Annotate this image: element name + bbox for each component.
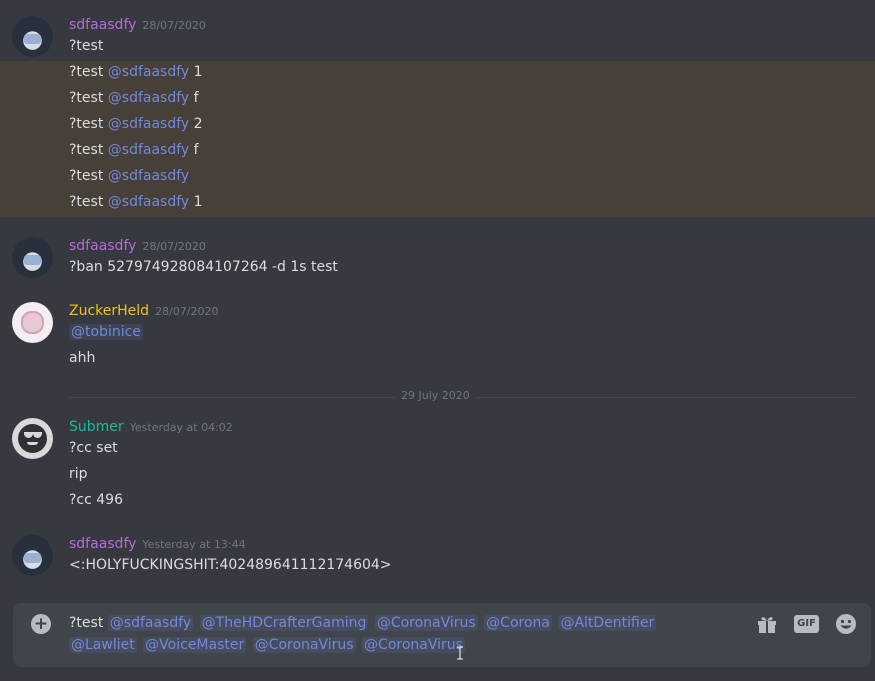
message-line: ?test @sdfaasdfy f <box>69 90 199 106</box>
message-line: ?test <box>69 38 104 54</box>
composer-mention[interactable]: @TheHDCrafterGaming <box>199 615 369 631</box>
username[interactable]: sdfaasdfy <box>69 536 136 552</box>
timestamp: 28/07/2020 <box>142 240 206 253</box>
composer-mention[interactable]: @Lawliet <box>69 637 137 653</box>
message-line: ?test @sdfaasdfy 1 <box>69 194 203 210</box>
composer-mention[interactable]: @VoiceMaster <box>143 637 247 653</box>
composer-mention[interactable]: @CoronaVirus <box>252 637 356 653</box>
message-line: ?test @sdfaasdfy 1 <box>69 64 203 80</box>
message-header: ZuckerHeld 28/07/2020 <box>69 303 218 319</box>
avatar[interactable] <box>12 418 53 459</box>
user-mention[interactable]: @sdfaasdfy <box>108 90 189 106</box>
message-line: ?cc 496 <box>69 492 123 508</box>
user-mention[interactable]: @sdfaasdfy <box>108 194 189 210</box>
text-cursor-icon <box>457 646 463 660</box>
avatar[interactable] <box>12 16 53 57</box>
message-line: <:HOLYFUCKINGSHIT:402489641112174604> <box>69 557 392 573</box>
timestamp: Yesterday at 13:44 <box>142 538 246 551</box>
message-header: Submer Yesterday at 04:02 <box>69 419 233 435</box>
timestamp: Yesterday at 04:02 <box>129 421 233 434</box>
message-line: ?test @sdfaasdfy f <box>69 142 199 158</box>
message-line: @tobinice <box>69 324 143 340</box>
username[interactable]: ZuckerHeld <box>69 303 149 319</box>
message-line: ?cc set <box>69 440 118 456</box>
sunglasses-face-icon <box>18 424 47 453</box>
composer-mention[interactable]: @CoronaVirus <box>362 637 465 653</box>
user-mention[interactable]: @sdfaasdfy <box>108 116 189 132</box>
date-divider-label: 29 July 2020 <box>395 389 476 402</box>
message-input[interactable]: ?test @sdfaasdfy @TheHDCrafterGaming @Co… <box>69 612 729 656</box>
avatar[interactable] <box>12 302 53 343</box>
message-line: ?test @sdfaasdfy 2 <box>69 116 203 132</box>
user-mention[interactable]: @sdfaasdfy <box>108 64 189 80</box>
message-header: sdfaasdfy 28/07/2020 <box>69 17 206 33</box>
username[interactable]: Submer <box>69 419 124 435</box>
timestamp: 28/07/2020 <box>155 305 219 318</box>
username[interactable]: sdfaasdfy <box>69 238 136 254</box>
timestamp: 28/07/2020 <box>142 19 206 32</box>
gift-icon[interactable] <box>756 614 778 634</box>
message-line: ahh <box>69 350 96 366</box>
composer-mention[interactable]: @AltDentifier <box>558 615 657 631</box>
composer-mention[interactable]: @CoronaVirus <box>374 615 478 631</box>
message-header: sdfaasdfy Yesterday at 13:44 <box>69 536 246 552</box>
plus-circle-icon[interactable]: + <box>31 614 51 634</box>
message-line: rip <box>69 466 88 482</box>
gif-button[interactable]: GIF <box>794 615 819 633</box>
username[interactable]: sdfaasdfy <box>69 17 136 33</box>
smile-emoji-icon[interactable] <box>835 613 857 635</box>
avatar[interactable] <box>12 237 53 278</box>
user-mention[interactable]: @tobinice <box>69 324 143 340</box>
composer-mention[interactable]: @sdfaasdfy <box>107 615 194 631</box>
message-line: ?test @sdfaasdfy <box>69 168 190 184</box>
message-header: sdfaasdfy 28/07/2020 <box>69 238 206 254</box>
message-line: ?ban 527974928084107264 -d 1s test <box>69 259 338 275</box>
message-list: sdfaasdfy 28/07/2020 ?test ?test @sdfaasd… <box>0 0 875 600</box>
composer-mention[interactable]: @Corona <box>484 615 552 631</box>
user-mention[interactable]: @sdfaasdfy <box>108 142 189 158</box>
avatar[interactable] <box>12 535 53 576</box>
user-mention[interactable]: @sdfaasdfy <box>108 168 189 184</box>
message-composer: + ?test @sdfaasdfy @TheHDCrafterGaming @… <box>13 603 871 667</box>
